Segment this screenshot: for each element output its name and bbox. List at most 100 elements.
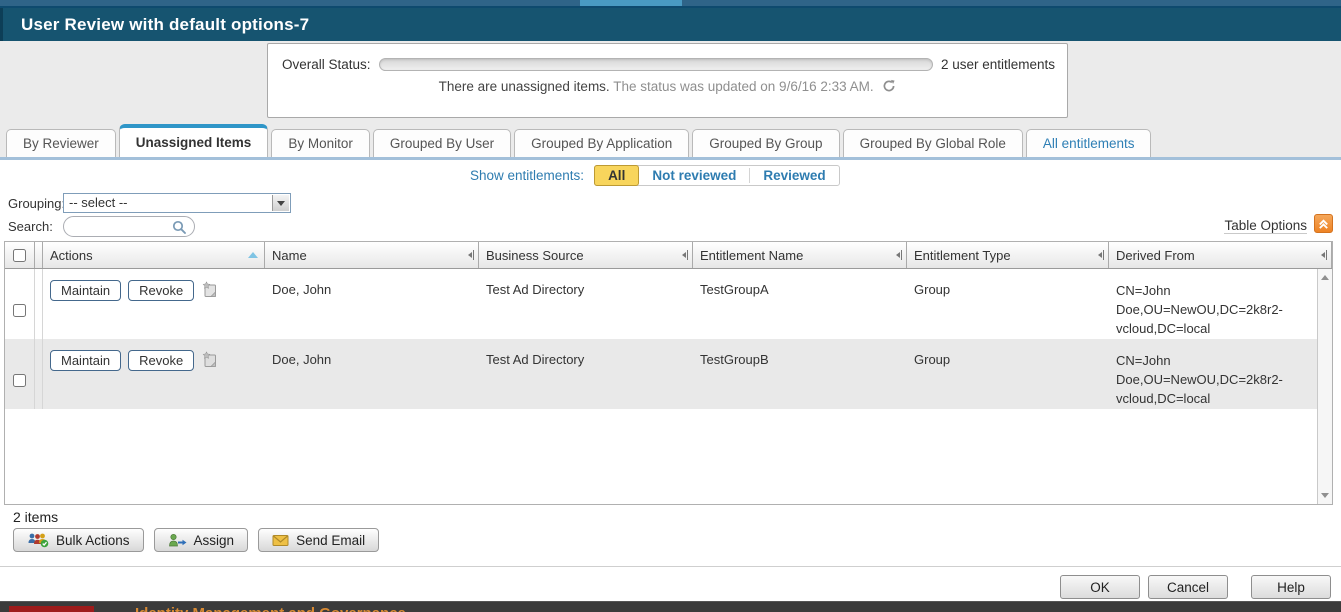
show-entitlements-label: Show entitlements: <box>470 168 584 183</box>
search-icon[interactable] <box>172 220 187 240</box>
dialog-footer: OK Cancel Help <box>0 566 1341 601</box>
table-scrollbar[interactable] <box>1317 269 1332 504</box>
grouping-dropdown-button[interactable] <box>272 195 289 211</box>
name-cell: Doe, John <box>265 269 479 339</box>
unassigned-items-message: There are unassigned items. <box>439 79 610 94</box>
email-icon <box>272 534 289 547</box>
table-row: Maintain Revoke Doe, John Test Ad Direct… <box>5 269 1332 339</box>
collapse-options-button[interactable] <box>1314 214 1333 233</box>
browser-top-strip <box>0 0 1341 8</box>
column-resize-icon[interactable] <box>896 250 902 260</box>
derived-from-cell: CN=John Doe,OU=NewOU,DC=2k8r2-vcloud,DC=… <box>1109 339 1332 409</box>
column-header-actions[interactable]: Actions <box>43 242 265 268</box>
entitlements-table: Actions Name Business Source Entitlement… <box>4 241 1333 505</box>
entitlements-count: 2 user entitlements <box>941 57 1055 72</box>
column-resize-icon[interactable] <box>682 250 688 260</box>
entitlement-type-cell: Group <box>907 339 1109 409</box>
page-footer: Identity Management and Governance <box>0 601 1341 612</box>
filter-all-button[interactable]: All <box>594 165 639 186</box>
column-header-entitlement-type[interactable]: Entitlement Type <box>907 242 1109 268</box>
search-input[interactable] <box>72 218 167 235</box>
group-users-icon <box>27 532 49 548</box>
select-all-cell <box>5 242 35 268</box>
business-source-cell: Test Ad Directory <box>479 339 693 409</box>
status-line-1: Overall Status: 2 user entitlements <box>268 44 1067 72</box>
brand-logo <box>9 606 94 612</box>
column-header-name[interactable]: Name <box>265 242 479 268</box>
scroll-up-icon[interactable] <box>1321 275 1329 280</box>
tab-grouped-by-group[interactable]: Grouped By Group <box>692 129 839 157</box>
column-resize-icon[interactable] <box>468 250 474 260</box>
table-options-link[interactable]: Table Options <box>1224 218 1307 234</box>
status-progress-bar <box>379 58 933 71</box>
bulk-actions-button[interactable]: Bulk Actions <box>13 528 144 552</box>
row-checkbox[interactable] <box>13 282 26 339</box>
column-resize-icon[interactable] <box>1321 250 1327 260</box>
chevron-down-icon <box>277 201 285 206</box>
entitlement-name-cell: TestGroupB <box>693 339 907 409</box>
tab-grouped-by-global-role[interactable]: Grouped By Global Role <box>843 129 1023 157</box>
row-gap-cell <box>35 269 43 339</box>
sort-ascending-icon <box>248 252 258 258</box>
assign-user-icon <box>168 533 187 548</box>
assign-button[interactable]: Assign <box>154 528 249 552</box>
search-label: Search: <box>8 219 63 234</box>
column-header-entitlement-name[interactable]: Entitlement Name <box>693 242 907 268</box>
tab-grouped-by-user[interactable]: Grouped By User <box>373 129 511 157</box>
row-gap-cell <box>35 339 43 409</box>
bulk-action-bar: Bulk Actions Assign Send Email <box>13 528 379 552</box>
revoke-button[interactable]: Revoke <box>128 350 194 371</box>
header-gap-cell <box>35 242 43 268</box>
business-source-cell: Test Ad Directory <box>479 269 693 339</box>
entitlement-type-cell: Group <box>907 269 1109 339</box>
grouping-select[interactable]: -- select -- <box>63 193 291 213</box>
row-checkbox[interactable] <box>13 352 26 409</box>
ok-button[interactable]: OK <box>1060 575 1140 599</box>
filter-reviewed-button[interactable]: Reviewed <box>750 166 838 185</box>
items-count: 2 items <box>13 509 58 525</box>
send-email-button[interactable]: Send Email <box>258 528 379 552</box>
column-header-business-source[interactable]: Business Source <box>479 242 693 268</box>
name-cell: Doe, John <box>265 339 479 409</box>
grouping-label: Grouping: <box>8 196 63 211</box>
add-note-icon[interactable] <box>201 351 218 373</box>
column-header-derived-from[interactable]: Derived From <box>1109 242 1332 268</box>
table-row: Maintain Revoke Doe, John Test Ad Direct… <box>5 339 1332 409</box>
select-all-checkbox[interactable] <box>13 249 26 262</box>
dialog-title-bar: User Review with default options-7 <box>0 8 1341 41</box>
search-box <box>63 216 195 237</box>
overall-status-panel: Overall Status: 2 user entitlements Ther… <box>267 43 1068 118</box>
scroll-down-icon[interactable] <box>1321 493 1329 498</box>
status-updated-text: The status was updated on 9/6/16 2:33 AM… <box>613 79 873 94</box>
row-actions-cell: Maintain Revoke <box>43 339 265 409</box>
entitlement-name-cell: TestGroupA <box>693 269 907 339</box>
derived-from-cell: CN=John Doe,OU=NewOU,DC=2k8r2-vcloud,DC=… <box>1109 269 1332 339</box>
tab-grouped-by-application[interactable]: Grouped By Application <box>514 129 689 157</box>
refresh-icon[interactable] <box>882 79 896 96</box>
tab-by-monitor[interactable]: By Monitor <box>271 129 370 157</box>
show-entitlements-filter: Show entitlements: All Not reviewed Revi… <box>470 165 840 186</box>
double-chevron-up-icon <box>1317 217 1330 230</box>
tab-content: Show entitlements: All Not reviewed Revi… <box>0 160 1341 566</box>
column-resize-icon[interactable] <box>1098 250 1104 260</box>
maintain-button[interactable]: Maintain <box>50 350 121 371</box>
revoke-button[interactable]: Revoke <box>128 280 194 301</box>
status-line-2: There are unassigned items. The status w… <box>268 79 1067 96</box>
tab-by-reviewer[interactable]: By Reviewer <box>6 129 116 157</box>
row-select-cell <box>5 269 35 339</box>
cancel-button[interactable]: Cancel <box>1148 575 1228 599</box>
overall-status-label: Overall Status: <box>282 57 371 72</box>
grouping-row: Grouping: -- select -- <box>8 193 291 213</box>
maintain-button[interactable]: Maintain <box>50 280 121 301</box>
row-actions-cell: Maintain Revoke <box>43 269 265 339</box>
grouping-selected-value: -- select -- <box>69 195 128 210</box>
tab-bar: By Reviewer Unassigned Items By Monitor … <box>6 124 1341 157</box>
tab-all-entitlements[interactable]: All entitlements <box>1026 129 1152 157</box>
search-row: Search: <box>8 216 195 237</box>
dialog-title: User Review with default options-7 <box>3 8 1341 41</box>
help-button[interactable]: Help <box>1251 575 1331 599</box>
add-note-icon[interactable] <box>201 281 218 303</box>
product-name: Identity Management and Governance <box>135 605 406 612</box>
tab-unassigned-items[interactable]: Unassigned Items <box>119 124 269 157</box>
filter-not-reviewed-button[interactable]: Not reviewed <box>639 166 749 185</box>
